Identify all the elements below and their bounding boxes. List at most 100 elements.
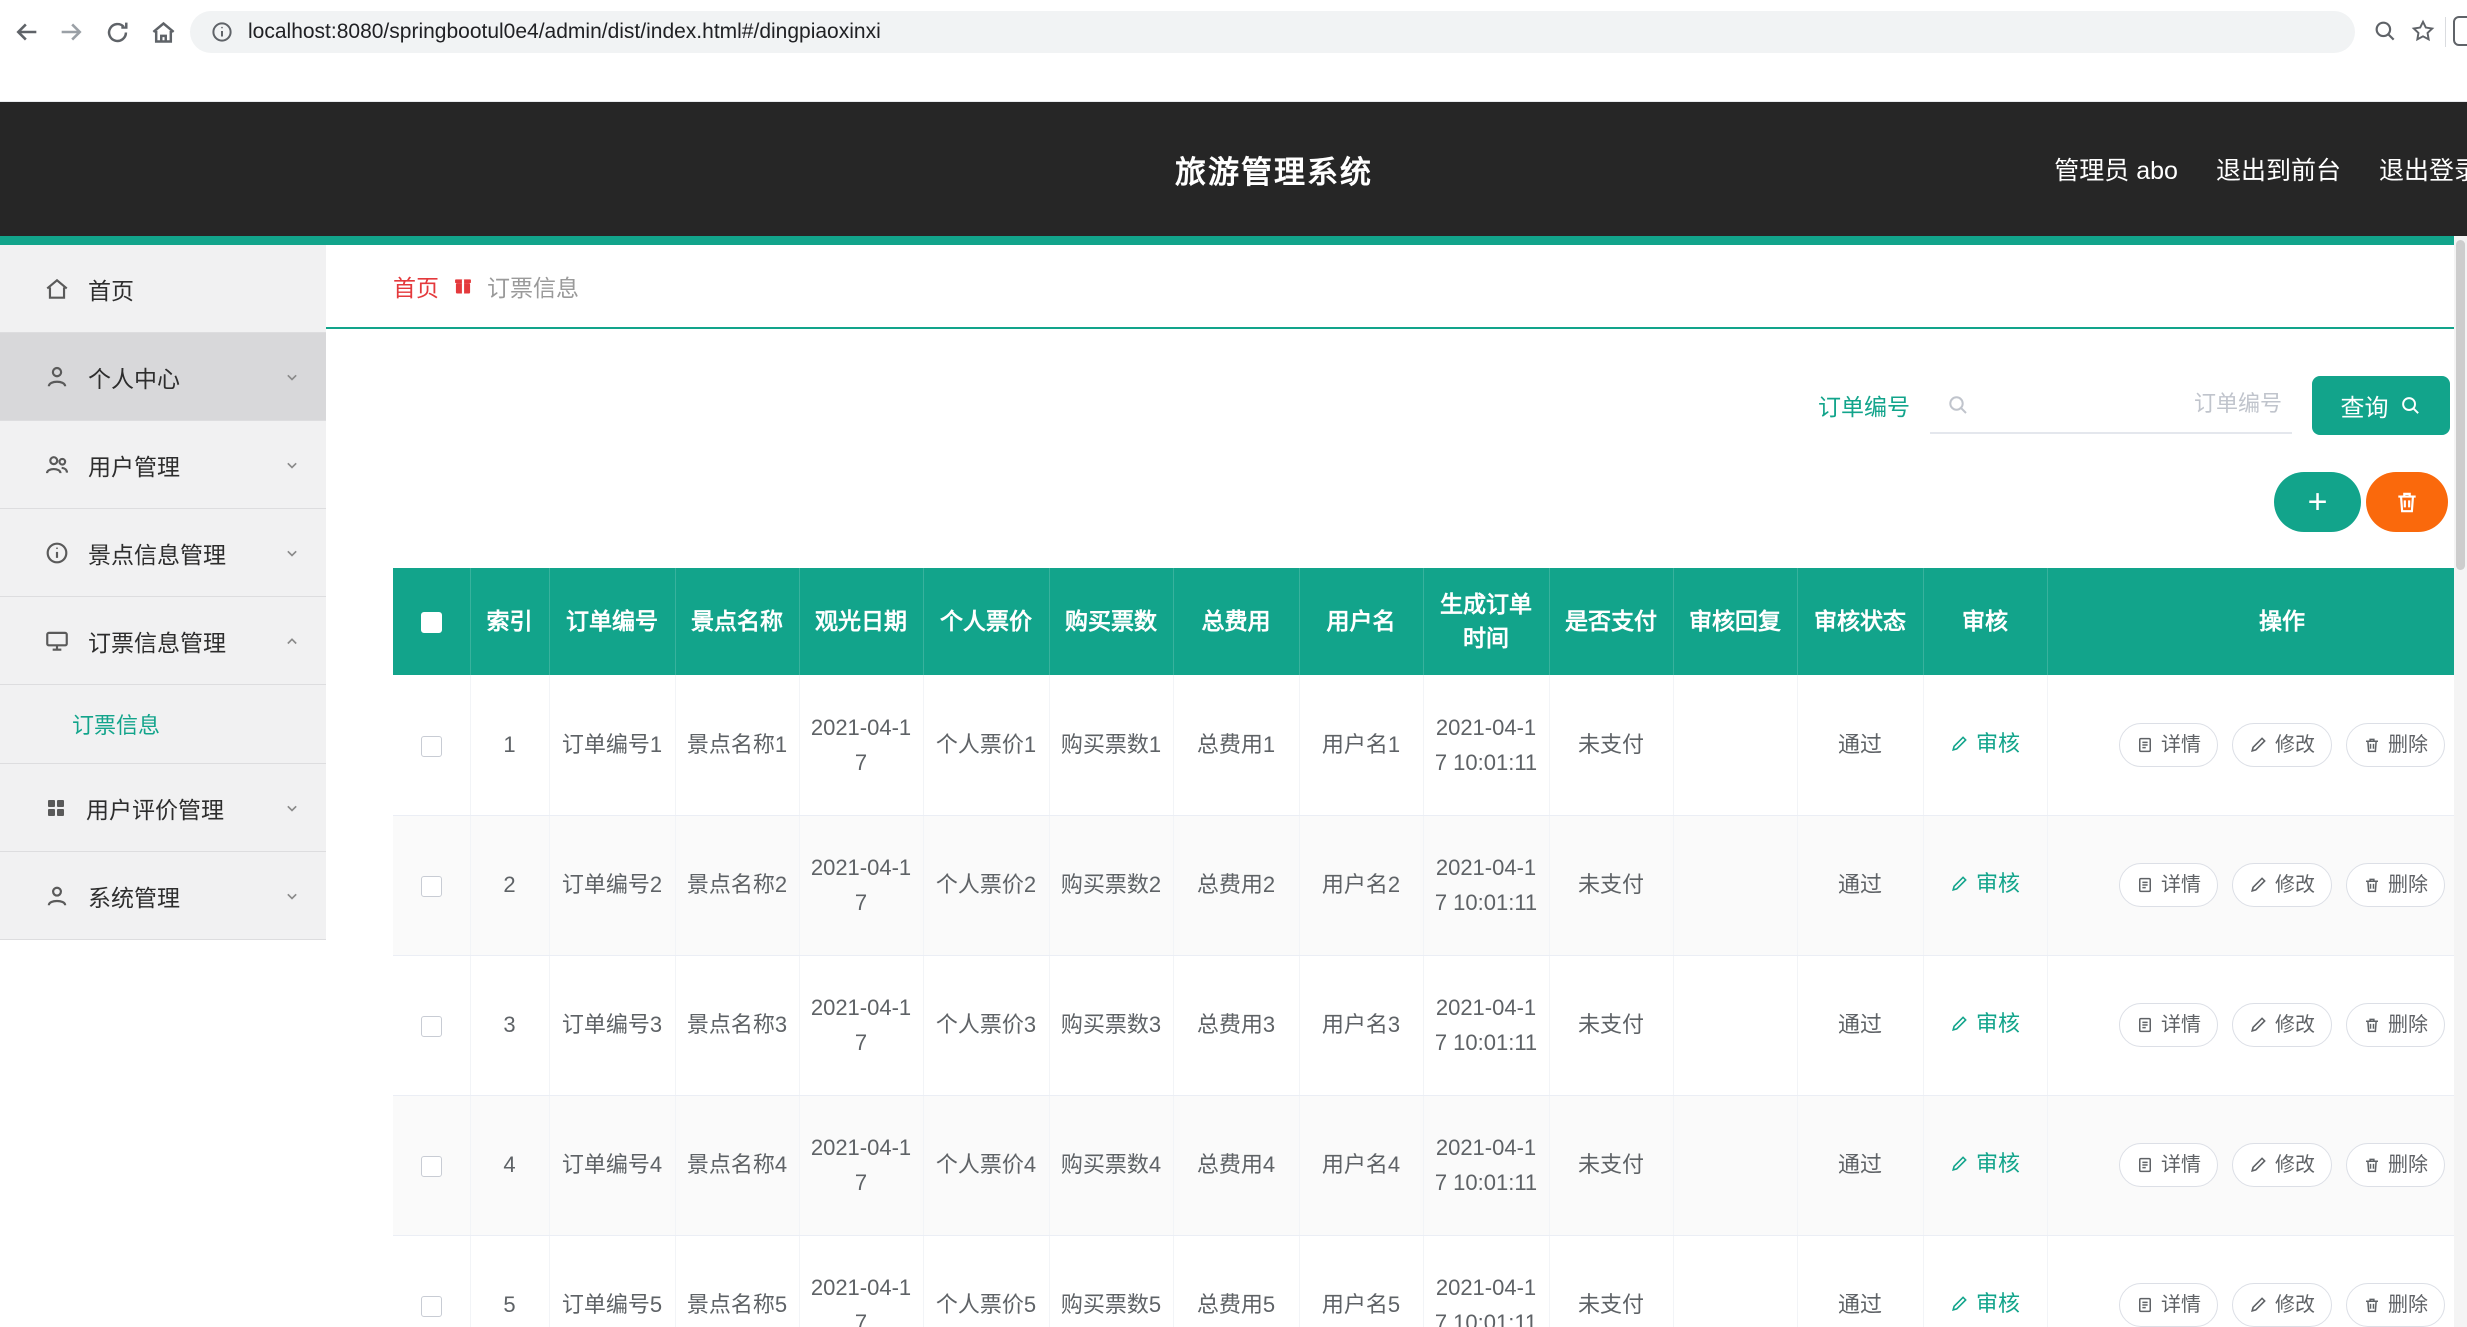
cell-checkbox [393, 955, 470, 1095]
query-button[interactable]: 查询 [2312, 376, 2450, 435]
edit-button[interactable]: 修改 [2232, 1283, 2332, 1327]
row-checkbox[interactable] [421, 876, 442, 897]
sidebar-item-scenic-info-management[interactable]: 景点信息管理 [0, 509, 326, 597]
bookmark-star-icon[interactable] [2410, 18, 2436, 49]
sidebar-item-home[interactable]: 首页 [0, 245, 326, 333]
logout-link[interactable]: 退出登录 [2379, 151, 2467, 187]
delete-button-label: 删除 [2388, 1009, 2428, 1041]
chevron-down-icon [282, 886, 302, 906]
detail-button[interactable]: 详情 [2119, 1003, 2218, 1047]
detail-button-label: 详情 [2161, 1149, 2201, 1181]
pencil-icon [1950, 1154, 1969, 1173]
cell-total: 总费用5 [1173, 1235, 1299, 1327]
side-panel-icon[interactable] [2453, 16, 2467, 46]
cell-order_no: 订单编号5 [549, 1235, 675, 1327]
sidebar-item-personal-center[interactable]: 个人中心 [0, 333, 326, 421]
cell-spot_name: 景点名称1 [675, 675, 799, 815]
app-header: 旅游管理系统 管理员 abo 退出到前台 退出登录 [0, 102, 2467, 236]
cell-index: 2 [470, 815, 549, 955]
detail-button[interactable]: 详情 [2119, 863, 2218, 907]
admin-user-icon [44, 883, 70, 909]
sidebar-item-system-management[interactable]: 系统管理 [0, 852, 326, 940]
detail-button[interactable]: 详情 [2119, 1283, 2218, 1327]
users-icon [44, 452, 70, 478]
breadcrumb-home-link[interactable]: 首页 [393, 269, 439, 303]
chevron-down-icon [282, 367, 302, 387]
audit-link[interactable]: 审核 [1950, 1146, 2020, 1181]
orders-table: 索引订单编号景点名称观光日期个人票价购买票数总费用用户名生成订单时间是否支付审核… [393, 568, 2467, 1327]
cell-count: 购买票数1 [1049, 675, 1173, 815]
sidebar-subitem-label: 订票信息 [72, 708, 160, 740]
add-button[interactable]: + [2274, 472, 2361, 532]
chevron-up-icon [282, 631, 302, 651]
edit-button[interactable]: 修改 [2232, 863, 2332, 907]
forward-icon[interactable] [54, 15, 88, 49]
column-header: 审核回复 [1673, 568, 1797, 675]
audit-link[interactable]: 审核 [1950, 726, 2020, 761]
delete-button[interactable]: 删除 [2346, 723, 2445, 767]
back-icon[interactable] [10, 15, 44, 49]
detail-button[interactable]: 详情 [2119, 1143, 2218, 1187]
delete-button[interactable]: 删除 [2346, 1143, 2445, 1187]
column-header: 审核 [1923, 568, 2047, 675]
cell-count: 购买票数2 [1049, 815, 1173, 955]
batch-delete-button[interactable] [2366, 472, 2448, 532]
browser-home-icon[interactable] [146, 15, 180, 49]
sidebar-item-ticket-info-management[interactable]: 订票信息管理 [0, 597, 326, 685]
column-header: 是否支付 [1549, 568, 1673, 675]
cell-checkbox [393, 675, 470, 815]
scrollbar-thumb[interactable] [2456, 240, 2465, 570]
delete-button[interactable]: 删除 [2346, 1283, 2445, 1327]
audit-link-label: 审核 [1976, 1146, 2020, 1181]
admin-label[interactable]: 管理员 abo [2054, 151, 2178, 187]
row-checkbox[interactable] [421, 1296, 442, 1317]
trash-icon [2363, 1296, 2381, 1314]
edit-button[interactable]: 修改 [2232, 1003, 2332, 1047]
cell-status: 通过 [1797, 1095, 1923, 1235]
cell-spot_name: 景点名称5 [675, 1235, 799, 1327]
browser-toolbar: localhost:8080/springbootul0e4/admin/dis… [0, 0, 2467, 63]
row-checkbox[interactable] [421, 1156, 442, 1177]
cell-actions: 详情修改 删除 [2047, 955, 2467, 1095]
delete-button[interactable]: 删除 [2346, 863, 2445, 907]
sidebar-subitem-ticket-info[interactable]: 订票信息 [0, 685, 326, 764]
audit-link[interactable]: 审核 [1950, 1286, 2020, 1321]
edit-button-label: 修改 [2275, 1289, 2315, 1321]
cell-reply [1673, 675, 1797, 815]
select-all-checkbox[interactable] [421, 612, 442, 633]
address-bar[interactable]: localhost:8080/springbootul0e4/admin/dis… [190, 11, 2355, 53]
edit-button[interactable]: 修改 [2232, 1143, 2332, 1187]
cell-reply [1673, 1095, 1797, 1235]
delete-button-label: 删除 [2388, 1149, 2428, 1181]
audit-link[interactable]: 审核 [1950, 1006, 2020, 1041]
trash-icon [2363, 876, 2381, 894]
row-checkbox[interactable] [421, 1016, 442, 1037]
zoom-icon[interactable] [2372, 18, 2398, 49]
audit-link[interactable]: 审核 [1950, 866, 2020, 901]
sidebar-item-review-management[interactable]: 用户评价管理 [0, 764, 326, 852]
exit-to-front-link[interactable]: 退出到前台 [2216, 151, 2341, 187]
sidebar-item-label: 首页 [88, 272, 134, 306]
cell-audit: 审核 [1923, 1095, 2047, 1235]
accent-strip [0, 236, 2467, 245]
bookmarks-bar: 【码神之路】项目... Day02-09-员工分... [0, 63, 2467, 102]
detail-button[interactable]: 详情 [2119, 723, 2218, 767]
sidebar-item-user-management[interactable]: 用户管理 [0, 421, 326, 509]
cell-count: 购买票数5 [1049, 1235, 1173, 1327]
row-checkbox[interactable] [421, 736, 442, 757]
refresh-icon[interactable] [100, 15, 134, 49]
document-icon [2136, 876, 2154, 894]
sidebar-item-label: 用户管理 [88, 448, 180, 482]
sidebar-item-label: 个人中心 [88, 360, 180, 394]
breadcrumb: 首页 订票信息 [326, 245, 2467, 329]
search-input[interactable] [1930, 376, 2292, 432]
table-row: 5订单编号5景点名称52021-04-17个人票价5购买票数5总费用5用户名52… [393, 1235, 2467, 1327]
cell-paid: 未支付 [1549, 675, 1673, 815]
delete-button[interactable]: 删除 [2346, 1003, 2445, 1047]
info-icon[interactable] [210, 20, 234, 44]
cell-username: 用户名4 [1299, 1095, 1423, 1235]
detail-button-label: 详情 [2161, 1289, 2201, 1321]
cell-audit: 审核 [1923, 955, 2047, 1095]
cell-total: 总费用1 [1173, 675, 1299, 815]
edit-button[interactable]: 修改 [2232, 723, 2332, 767]
